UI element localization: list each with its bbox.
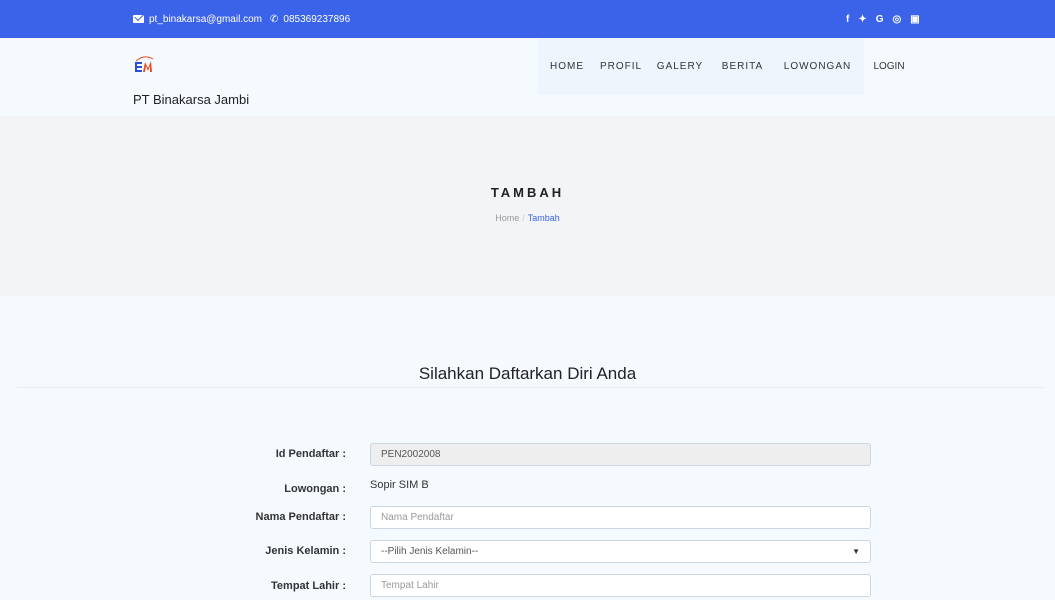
lowongan-value: Sopir SIM B: [370, 479, 429, 491]
facebook-icon[interactable]: f: [846, 14, 849, 25]
instagram-icon[interactable]: ◎: [893, 14, 902, 25]
tempat-lahir-input[interactable]: [370, 574, 871, 597]
main-nav: HOME PROFIL GALERY BERITA LOWONGAN LOGIN: [538, 38, 914, 95]
section-divider: [17, 387, 1043, 388]
page-title: TAMBAH: [490, 185, 565, 200]
jenis-kelamin-select[interactable]: --Pilih Jenis Kelamin-- ▼: [370, 540, 871, 563]
page-banner: [0, 116, 1055, 296]
nav-profil[interactable]: PROFIL: [596, 38, 646, 95]
tempat-lahir-label: Tempat Lahir :: [271, 580, 346, 592]
company-logo-icon[interactable]: [134, 56, 154, 76]
nama-pendaftar-input[interactable]: [370, 506, 871, 529]
email-contact[interactable]: pt_binakarsa@gmail.com: [133, 0, 262, 38]
brand-name[interactable]: PT Binakarsa Jambi: [133, 92, 249, 107]
jenis-kelamin-selected: --Pilih Jenis Kelamin--: [381, 546, 479, 557]
jenis-kelamin-label: Jenis Kelamin :: [265, 545, 346, 557]
breadcrumb: Home / Tambah: [0, 213, 1055, 223]
youtube-icon[interactable]: ▣: [910, 14, 919, 25]
nama-pendaftar-label: Nama Pendaftar :: [255, 511, 346, 523]
id-pendaftar-label: Id Pendaftar :: [275, 448, 346, 460]
nav-galery[interactable]: GALERY: [646, 38, 714, 95]
nav-lowongan[interactable]: LOWONGAN: [771, 38, 864, 95]
breadcrumb-current: Tambah: [527, 213, 560, 223]
social-links: f ✦ G ◎ ▣: [846, 0, 920, 38]
google-icon[interactable]: G: [876, 14, 884, 25]
breadcrumb-separator: /: [522, 213, 525, 223]
phone-contact[interactable]: ✆ 085369237896: [270, 0, 350, 38]
topbar: pt_binakarsa@gmail.com ✆ 085369237896 f …: [0, 0, 1055, 38]
phone-text: 085369237896: [283, 13, 351, 25]
twitter-icon[interactable]: ✦: [858, 14, 866, 25]
chevron-down-icon: ▼: [852, 547, 860, 556]
breadcrumb-home[interactable]: Home: [495, 213, 519, 223]
phone-icon: ✆: [270, 13, 279, 25]
nav-berita[interactable]: BERITA: [714, 38, 771, 95]
form-title: Silahkan Daftarkan Diri Anda: [418, 364, 637, 383]
nav-home[interactable]: HOME: [538, 38, 596, 95]
email-text: pt_binakarsa@gmail.com: [149, 13, 262, 25]
envelope-icon: [133, 15, 144, 23]
id-pendaftar-field[interactable]: [370, 443, 871, 466]
lowongan-label: Lowongan :: [284, 483, 346, 495]
nav-login[interactable]: LOGIN: [864, 38, 914, 95]
